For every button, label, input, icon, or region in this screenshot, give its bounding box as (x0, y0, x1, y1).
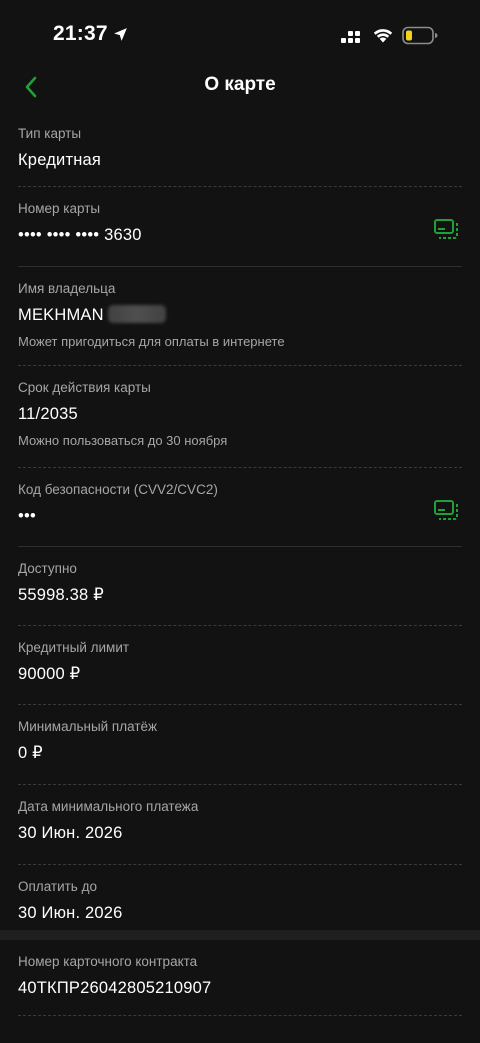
available-label: Доступно (18, 561, 77, 576)
pay-until-value: 30 Июн. 2026 (18, 904, 123, 922)
min-payment-date-label: Дата минимального платежа (18, 799, 199, 814)
pay-until-label: Оплатить до (18, 879, 97, 894)
status-time: 21:37 (53, 22, 108, 45)
navigation-bar: О карте (0, 60, 480, 112)
expiry-value: 11/2035 (18, 405, 78, 423)
status-time-group: 21:37 (53, 22, 129, 46)
card-number-value: •••• •••• •••• 3630 (18, 226, 142, 244)
card-details: Тип карты Кредитная Номер карты •••• •••… (0, 112, 480, 1016)
available-value: 55998.38 ₽ (18, 586, 104, 604)
row-holder: Имя владельца MEKHMAN Может пригодиться … (18, 267, 462, 366)
row-credit-limit: Кредитный лимит 90000 ₽ (18, 626, 462, 705)
copy-card-icon (434, 219, 458, 239)
holder-value-group: MEKHMAN (18, 305, 462, 325)
min-payment-label: Минимальный платёж (18, 719, 158, 734)
credit-limit-label: Кредитный лимит (18, 640, 130, 655)
card-type-label: Тип карты (18, 126, 82, 141)
contract-value: 40ТКПР26042805210907 (18, 979, 212, 997)
section-separator (0, 930, 480, 940)
battery-low-icon (402, 26, 438, 45)
copy-card-icon (434, 500, 458, 520)
card-number-label: Номер карты (18, 201, 101, 216)
copy-cvv-button[interactable] (432, 496, 462, 524)
cvv-label: Код безопасности (CVV2/CVC2) (18, 482, 218, 497)
cellular-signal-icon (341, 31, 360, 43)
contract-label: Номер карточного контракта (18, 954, 198, 969)
row-expiry: Срок действия карты 11/2035 Можно пользо… (18, 366, 462, 468)
card-info-section: Тип карты Кредитная Номер карты •••• •••… (0, 112, 480, 930)
holder-label: Имя владельца (18, 281, 116, 296)
row-card-type: Тип карты Кредитная (18, 112, 462, 187)
contract-section: Номер карточного контракта 40ТКПР2604280… (0, 940, 480, 1016)
row-available: Доступно 55998.38 ₽ (18, 547, 462, 626)
row-cvv: Код безопасности (CVV2/CVC2) ••• (18, 468, 462, 547)
credit-limit-value: 90000 ₽ (18, 665, 81, 683)
location-arrow-icon (113, 27, 127, 41)
row-contract: Номер карточного контракта 40ТКПР2604280… (18, 940, 462, 1016)
row-card-number: Номер карты •••• •••• •••• 3630 (18, 187, 462, 267)
holder-hint: Может пригодиться для оплаты в интернете (18, 334, 285, 349)
card-type-value: Кредитная (18, 151, 102, 169)
expiry-label: Срок действия карты (18, 380, 151, 395)
row-min-payment-date: Дата минимального платежа 30 Июн. 2026 (18, 785, 462, 865)
expiry-hint: Можно пользоваться до 30 ноября (18, 433, 228, 448)
copy-card-number-button[interactable] (432, 215, 462, 243)
holder-first-name: MEKHMAN (18, 306, 104, 324)
masked-surname (107, 305, 166, 323)
page-title: О карте (204, 74, 276, 95)
min-payment-date-value: 30 Июн. 2026 (18, 824, 123, 842)
wifi-icon (373, 29, 393, 43)
cvv-value: ••• (18, 507, 36, 525)
row-min-payment: Минимальный платёж 0 ₽ (18, 705, 462, 785)
row-pay-until: Оплатить до 30 Июн. 2026 (18, 865, 462, 930)
min-payment-value: 0 ₽ (18, 744, 43, 762)
